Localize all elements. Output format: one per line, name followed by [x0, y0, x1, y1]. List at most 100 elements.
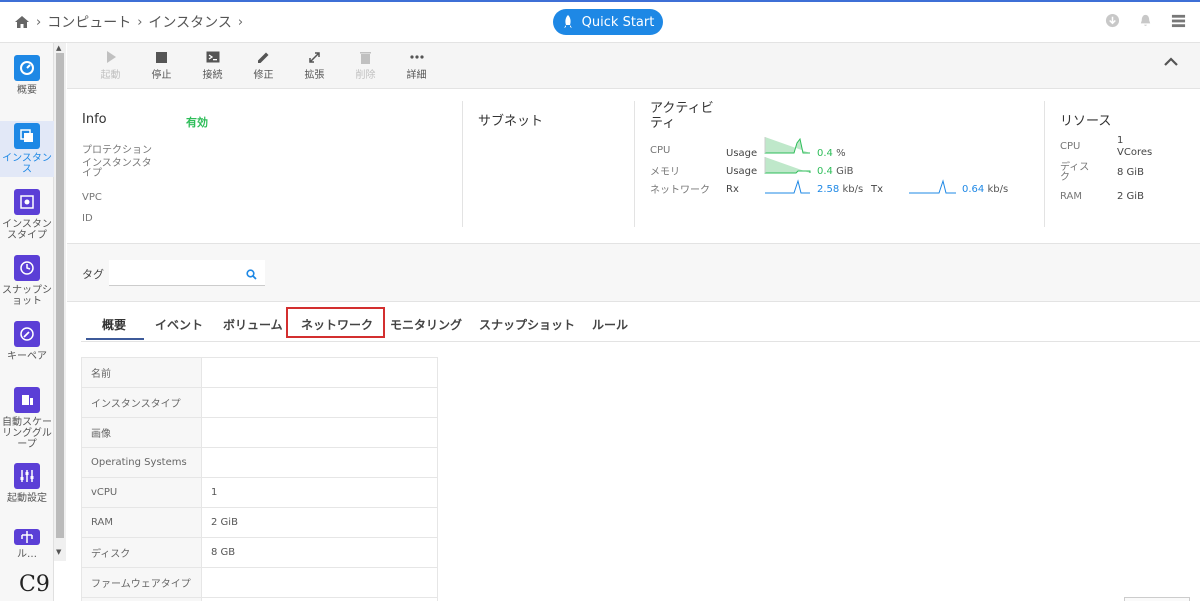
divider	[634, 101, 635, 227]
tx-unit: kb/s	[987, 184, 1009, 195]
bell-icon[interactable]	[1138, 13, 1153, 28]
pencil-icon	[257, 50, 271, 64]
tx-label: Tx	[871, 184, 884, 195]
sidebar-item-overview[interactable]: 概要	[0, 55, 54, 96]
launch-config-icon	[14, 463, 40, 489]
activity-section: アクティビティ CPU メモリ ネットワーク Usage Usage Rx 0.…	[650, 101, 1050, 196]
protection-label: プロテクション	[82, 145, 152, 156]
scrollbar-thumb[interactable]	[56, 53, 64, 538]
activity-memory-label: メモリ	[650, 167, 680, 178]
quick-start-button[interactable]: Quick Start	[553, 9, 663, 35]
details-label: 詳細	[406, 70, 427, 81]
sidebar-item-launch-config[interactable]: 起動設定	[0, 463, 54, 504]
expand-button[interactable]: 拡張	[289, 43, 340, 81]
table-row: ディスク 8 GB	[81, 537, 438, 568]
tag-search-input[interactable]	[109, 260, 265, 286]
divider	[462, 101, 463, 227]
scroll-up-icon[interactable]: ▲	[56, 44, 61, 52]
sidebar-item-label: 自動スケーリンググループ	[2, 417, 52, 450]
table-row: 画像	[81, 417, 438, 448]
search-icon[interactable]	[246, 269, 257, 280]
breadcrumb-compute[interactable]: コンピュート	[47, 12, 131, 32]
sidebar-item-label: ル…	[17, 549, 37, 559]
details-button[interactable]: 詳細	[391, 43, 442, 81]
delete-button[interactable]: 削除	[340, 43, 391, 81]
tab-snapshots[interactable]: スナップショット	[479, 316, 575, 333]
table-row: ファームウェアタイプ	[81, 567, 438, 598]
row-key: Operating Systems	[81, 447, 202, 478]
resource-cpu-label: CPU	[1060, 141, 1081, 152]
sidebar-item-route[interactable]: ル…	[0, 529, 54, 559]
id-label: ID	[82, 213, 93, 224]
resource-disk-value: 8 GiB	[1117, 167, 1144, 178]
sidebar-item-snapshot[interactable]: スナップショット	[0, 255, 54, 307]
sidebar-item-key-pair[interactable]: キーペア	[0, 321, 54, 362]
breadcrumb-instances[interactable]: インスタンス	[148, 12, 231, 32]
rx-unit: kb/s	[842, 184, 864, 195]
trash-icon	[359, 50, 373, 64]
resize-icon	[308, 50, 322, 64]
sidebar-item-label: 概要	[17, 85, 37, 96]
vpc-label: VPC	[82, 192, 102, 203]
scroll-down-icon[interactable]: ▼	[56, 548, 61, 556]
table-row	[81, 597, 438, 601]
home-icon[interactable]	[14, 15, 30, 29]
row-value: 1	[201, 477, 438, 508]
chevron-up-icon[interactable]	[1164, 57, 1178, 67]
delete-label: 削除	[355, 70, 376, 81]
cpu-usage-unit: %	[836, 148, 846, 159]
overview-table: 名前 インスタンスタイプ 画像 Operating Systems vCPU 1 …	[81, 357, 438, 601]
tab-rules[interactable]: ルール	[592, 316, 628, 333]
tab-monitoring[interactable]: モニタリング	[390, 316, 462, 333]
stop-icon	[155, 50, 169, 64]
chevron-right-icon: ›	[36, 14, 42, 30]
row-key: ファームウェアタイプ	[81, 567, 202, 598]
row-value: 2 GiB	[201, 507, 438, 538]
terminal-icon	[206, 50, 220, 64]
tab-events[interactable]: イベント	[155, 316, 203, 333]
sidebar-item-instance-type[interactable]: インスタンスタイプ	[0, 189, 54, 241]
snapshot-icon	[14, 255, 40, 281]
logo: C9	[19, 572, 50, 597]
instance-type-label: インスタンスタイプ	[82, 158, 152, 179]
menu-icon[interactable]	[1171, 13, 1186, 28]
table-row: vCPU 1	[81, 477, 438, 508]
action-toolbar: 起動 停止 接続 修正 拡張 削除 詳細	[67, 43, 1200, 89]
sidebar-item-label: インスタンスタイプ	[2, 219, 52, 241]
cpu-usage-label: Usage	[726, 148, 758, 159]
table-row: インスタンスタイプ	[81, 387, 438, 418]
autoscaling-icon	[14, 387, 40, 413]
connect-button[interactable]: 接続	[187, 43, 238, 81]
chevron-right-icon: ›	[137, 14, 143, 30]
top-header: › コンピュート › インスタンス › Quick Start	[0, 0, 1200, 43]
key-pair-icon	[14, 321, 40, 347]
sidebar-item-label: キーペア	[7, 351, 47, 362]
resource-ram-label: RAM	[1060, 191, 1083, 202]
route-icon	[14, 529, 40, 545]
memory-sparkline	[764, 157, 811, 174]
sidebar-item-autoscaling[interactable]: 自動スケーリンググループ	[0, 387, 54, 450]
edit-button[interactable]: 修正	[238, 43, 289, 81]
rx-value: 2.58	[817, 184, 840, 195]
stop-button[interactable]: 停止	[136, 43, 187, 81]
download-icon[interactable]	[1105, 13, 1120, 28]
start-button[interactable]: 起動	[85, 43, 136, 81]
tab-volumes[interactable]: ボリューム	[223, 316, 283, 333]
activity-network-label: ネットワーク	[650, 185, 710, 196]
row-value	[201, 387, 438, 418]
stop-label: 停止	[151, 70, 172, 81]
rocket-icon	[563, 15, 572, 28]
memory-usage-unit: GiB	[836, 166, 854, 177]
divider	[1044, 101, 1045, 227]
table-row: Operating Systems	[81, 447, 438, 478]
sidebar-item-label: インスタンス	[2, 153, 52, 175]
sidebar-scrollbar[interactable]: ▲ ▼	[54, 43, 66, 561]
tab-overview[interactable]: 概要	[102, 316, 126, 333]
tag-filter-row: タグ	[67, 244, 1200, 302]
activity-title: アクティビティ	[650, 101, 714, 131]
subnet-title: サブネット	[478, 114, 544, 129]
row-value	[201, 357, 438, 388]
sidebar-item-instances[interactable]: インスタンス	[0, 121, 54, 177]
activity-cpu-label: CPU	[650, 145, 671, 156]
edit-label: 修正	[253, 70, 274, 81]
